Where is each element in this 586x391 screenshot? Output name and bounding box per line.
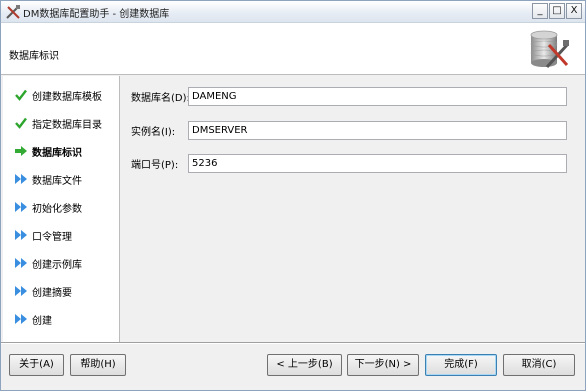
db-name-label: 数据库名(D): (131, 93, 190, 104)
fast-forward-icon (15, 174, 27, 184)
step-db-identity: 数据库标识 (3, 142, 120, 160)
step-init-params: 初始化参数 (3, 198, 120, 216)
steps-sidebar: 创建数据库模板 指定数据库目录 数据库标识 数据库文件 初始化参数 口令管理 创… (3, 76, 120, 342)
close-button[interactable]: X (566, 3, 582, 19)
step-db-files: 数据库文件 (3, 170, 120, 188)
minimize-button[interactable]: _ (532, 3, 548, 19)
next-button[interactable]: 下一步(N) > (347, 354, 419, 376)
dialog-window: DM数据库配置助手 - 创建数据库 _ □ X 数据库标识 创建数据库模板 指定… (0, 0, 586, 391)
step-label: 数据库文件 (32, 175, 82, 187)
arrow-right-icon (15, 146, 27, 156)
maximize-button[interactable]: □ (549, 3, 565, 19)
window-controls: _ □ X (532, 3, 582, 19)
instance-name-input[interactable] (188, 121, 567, 140)
step-create: 创建 (3, 310, 120, 328)
checkmark-icon (15, 89, 27, 101)
port-label: 端口号(P): (131, 160, 179, 171)
step-label: 初始化参数 (32, 203, 82, 215)
checkmark-icon (15, 117, 27, 129)
app-tools-icon (6, 5, 20, 19)
db-name-input[interactable] (188, 87, 567, 106)
step-label: 口令管理 (32, 231, 72, 243)
step-label: 数据库标识 (32, 147, 82, 159)
fast-forward-icon (15, 258, 27, 268)
cancel-button[interactable]: 取消(C) (503, 354, 575, 376)
fast-forward-icon (15, 286, 27, 296)
step-data-dir: 指定数据库目录 (3, 114, 120, 132)
step-create-template: 创建数据库模板 (3, 86, 120, 104)
window-title: DM数据库配置助手 - 创建数据库 (23, 9, 170, 20)
step-label: 创建摘要 (32, 287, 72, 299)
about-button[interactable]: 关于(A) (9, 354, 64, 376)
page-title: 数据库标识 (9, 51, 59, 62)
step-sample-db: 创建示例库 (3, 254, 120, 272)
step-label: 指定数据库目录 (32, 119, 102, 131)
port-input[interactable] (188, 154, 567, 173)
fast-forward-icon (15, 314, 27, 324)
instance-name-label: 实例名(I): (131, 127, 176, 138)
database-tools-icon (530, 30, 569, 69)
help-button[interactable]: 帮助(H) (70, 354, 126, 376)
prev-button[interactable]: < 上一步(B) (267, 354, 342, 376)
fast-forward-icon (15, 230, 27, 240)
footer-divider (1, 342, 585, 344)
step-label: 创建示例库 (32, 259, 82, 271)
step-password: 口令管理 (3, 226, 120, 244)
fast-forward-icon (15, 202, 27, 212)
step-summary: 创建摘要 (3, 282, 120, 300)
step-label: 创建 (32, 315, 52, 327)
finish-button[interactable]: 完成(F) (425, 354, 497, 376)
wizard-header: 数据库标识 (1, 23, 585, 75)
step-label: 创建数据库模板 (32, 91, 102, 103)
title-bar[interactable]: DM数据库配置助手 - 创建数据库 _ □ X (1, 1, 585, 23)
